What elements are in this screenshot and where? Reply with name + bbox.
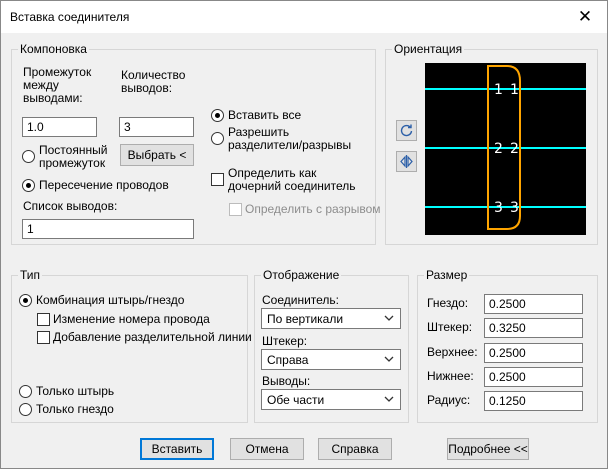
plug-side-select[interactable]: Справа — [261, 349, 401, 370]
add-split-line-checkbox[interactable] — [37, 331, 50, 344]
connector-label: Соединитель: — [262, 293, 340, 307]
plug-side-label: Штекер: — [262, 334, 308, 348]
pins-display-select-value: Обе части — [267, 393, 325, 407]
define-break-checkbox[interactable] — [229, 203, 242, 216]
orientation-group-label: Ориентация — [392, 42, 465, 56]
pin-label-left: 1 — [494, 82, 503, 98]
spacing-label: Промежуток между выводами: — [23, 65, 92, 105]
pin-label-left: 2 — [494, 141, 503, 157]
display-group-label: Отображение — [261, 268, 342, 282]
count-input[interactable]: 3 — [119, 117, 194, 137]
plug-socket-radio[interactable] — [19, 294, 32, 307]
title-bar: Вставка соединителя ✕ — [1, 1, 607, 33]
bottom-size-label: Нижнее: — [427, 369, 474, 383]
define-child-label: Определить как дочерний соединитель — [228, 166, 356, 193]
top-size-input[interactable]: 0.2500 — [484, 343, 583, 363]
pin-label-left: 3 — [494, 200, 503, 216]
close-icon: ✕ — [577, 7, 593, 26]
plug-size-input[interactable]: 0.3250 — [484, 318, 583, 338]
chevron-down-icon — [384, 315, 394, 321]
socket-only-radio[interactable] — [19, 403, 32, 416]
cancel-button[interactable]: Отмена — [230, 438, 304, 460]
flip-icon — [400, 155, 413, 168]
dialog-title: Вставка соединителя — [10, 10, 130, 24]
rotate-icon — [400, 124, 413, 137]
pins-display-select[interactable]: Обе части — [261, 389, 401, 410]
allow-splits-radio[interactable] — [211, 132, 224, 145]
wire-intersection-label: Пересечение проводов — [39, 178, 169, 192]
pin-label-right: 1 — [510, 82, 519, 98]
connector-select-value: По вертикали — [267, 312, 344, 326]
rotate-button[interactable] — [396, 120, 417, 141]
allow-splits-label: Разрешить разделители/разрывы — [228, 125, 352, 152]
orientation-preview: 1 1 2 2 3 3 — [425, 63, 586, 235]
plug-size-label: Штекер: — [427, 320, 473, 334]
pin-label-right: 3 — [510, 200, 519, 216]
radius-label: Радиус: — [427, 393, 471, 407]
pin-list-input[interactable]: 1 — [22, 219, 194, 239]
constant-spacing-label: Постоянный промежуток — [39, 143, 108, 170]
close-button[interactable]: ✕ — [563, 1, 607, 33]
plug-socket-label: Комбинация штырь/гнездо — [36, 293, 185, 307]
insert-all-radio[interactable] — [211, 109, 224, 122]
flip-button[interactable] — [396, 151, 417, 172]
connector-select[interactable]: По вертикали — [261, 308, 401, 329]
chevron-down-icon — [384, 396, 394, 402]
insert-connector-dialog: Вставка соединителя ✕ Компоновка Промежу… — [0, 0, 608, 469]
count-label: Количество выводов: — [121, 68, 186, 95]
socket-only-label: Только гнездо — [36, 402, 114, 416]
spacing-input[interactable]: 1.0 — [22, 117, 97, 137]
constant-spacing-radio[interactable] — [22, 150, 35, 163]
bottom-size-input[interactable]: 0.2500 — [484, 367, 583, 387]
radius-input[interactable]: 0.1250 — [484, 391, 583, 411]
wire-intersection-radio[interactable] — [22, 179, 35, 192]
define-break-label: Определить с разрывом — [245, 202, 381, 216]
help-button[interactable]: Справка — [318, 438, 392, 460]
change-wire-number-checkbox[interactable] — [37, 313, 50, 326]
details-button[interactable]: Подробнее << — [447, 438, 529, 460]
socket-size-label: Гнездо: — [427, 296, 469, 310]
top-size-label: Верхнее: — [427, 345, 478, 359]
change-wire-number-label: Изменение номера провода — [53, 312, 210, 326]
pin-list-label: Список выводов: — [23, 199, 118, 213]
type-group-label: Тип — [18, 268, 43, 282]
define-child-checkbox[interactable] — [211, 173, 224, 186]
add-split-line-label: Добавление разделительной линии — [53, 330, 252, 344]
plug-only-label: Только штырь — [36, 384, 115, 398]
plug-only-radio[interactable] — [19, 385, 32, 398]
plug-side-select-value: Справа — [267, 353, 309, 367]
pins-display-label: Выводы: — [262, 374, 311, 388]
select-button[interactable]: Выбрать < — [120, 144, 194, 166]
socket-size-input[interactable]: 0.2500 — [484, 294, 583, 314]
layout-group-label: Компоновка — [18, 42, 89, 56]
insert-button[interactable]: Вставить — [140, 438, 214, 460]
chevron-down-icon — [384, 356, 394, 362]
size-group-label: Размер — [424, 268, 470, 282]
insert-all-label: Вставить все — [228, 108, 302, 122]
pin-label-right: 2 — [510, 141, 519, 157]
